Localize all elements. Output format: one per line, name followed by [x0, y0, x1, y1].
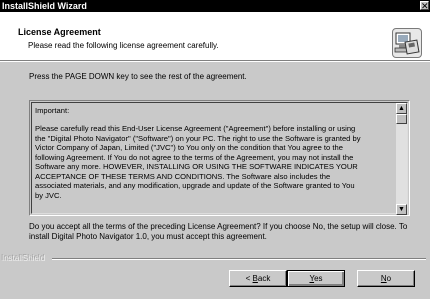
footer-divider [52, 258, 426, 260]
arrow-up-icon: ▲ [398, 105, 405, 112]
back-label: ack [257, 274, 271, 283]
license-heading: Important: [35, 106, 70, 115]
accept-question: Do you accept all the terms of the prece… [29, 222, 408, 241]
vertical-scrollbar[interactable]: ▲ ▼ [396, 103, 407, 215]
license-textbox[interactable]: Important: Please carefully read this En… [29, 100, 410, 216]
page-subtitle: Please read the following license agreem… [28, 41, 219, 50]
window-title: InstallShield Wizard [2, 1, 87, 11]
license-gap [35, 115, 397, 124]
back-prefix: < [245, 274, 253, 283]
installshield-wizard-window: InstallShield Wizard ✕ License Agreement… [0, 0, 430, 299]
scroll-down-button[interactable]: ▼ [396, 204, 407, 215]
close-icon: ✕ [421, 1, 429, 11]
no-label: o [386, 274, 392, 283]
installer-computer-icon [392, 28, 422, 58]
no-button[interactable]: No [357, 270, 415, 287]
yes-label: es [314, 274, 323, 283]
license-line: ACCEPTANCE OF THESE TERMS AND CONDITIONS… [35, 171, 331, 181]
license-line: associated materials, and any modificati… [35, 181, 355, 191]
wizard-header: License Agreement Please read the follow… [0, 12, 430, 61]
yes-button[interactable]: Yes [287, 270, 345, 287]
instruction-text: Press the PAGE DOWN key to see the rest … [29, 72, 247, 81]
license-line: following Agreement. If You do not agree… [35, 152, 354, 162]
license-line: by JVC. [35, 190, 62, 200]
back-button[interactable]: < Back [229, 270, 287, 287]
license-line: the "Digital Photo Navigator" ("Software… [35, 133, 361, 143]
close-button[interactable]: ✕ [420, 1, 429, 11]
license-text[interactable]: Important: Please carefully read this En… [35, 106, 397, 212]
license-line: Please carefully read this End-User Lice… [35, 124, 356, 134]
scroll-up-button[interactable]: ▲ [396, 103, 407, 114]
license-line: Software any more. HOWEVER, INSTALLING O… [35, 162, 358, 172]
header-divider [0, 61, 430, 62]
arrow-down-icon: ▼ [398, 206, 405, 213]
license-line: Victor Company of Japan, Limited ("JVC")… [35, 143, 343, 153]
installshield-brand: InstallShield [2, 254, 46, 263]
license-textbox-inner: Important: Please carefully read this En… [31, 102, 408, 215]
page-title: License Agreement [18, 27, 101, 37]
title-bar: InstallShield Wizard ✕ [0, 0, 430, 12]
scroll-thumb[interactable] [396, 114, 407, 124]
